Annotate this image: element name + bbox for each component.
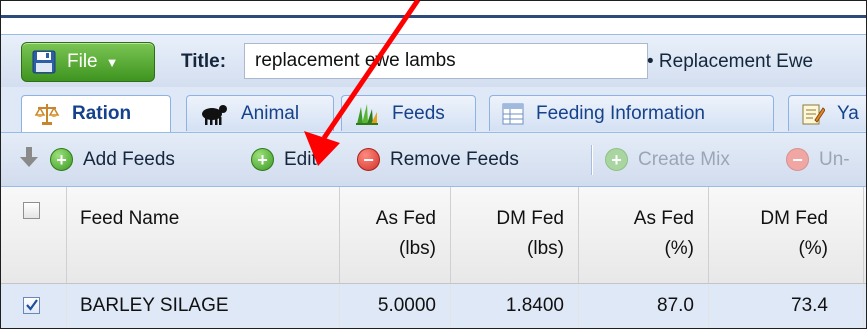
- grid-header: Feed Name As Fed (lbs) DM Fed (lbs) As F…: [1, 187, 866, 284]
- edit-label: Edit: [284, 148, 317, 170]
- notepad-icon: [801, 102, 825, 126]
- table-icon: [502, 103, 524, 125]
- create-mix-icon: +: [605, 148, 628, 171]
- title-input[interactable]: [244, 43, 648, 79]
- feed-name-header[interactable]: Feed Name: [67, 187, 340, 283]
- unmix-label: Un-: [819, 148, 850, 170]
- floppy-disk-icon: [32, 50, 56, 74]
- feeds-grid: Feed Name As Fed (lbs) DM Fed (lbs) As F…: [1, 187, 866, 328]
- create-mix-label: Create Mix: [638, 148, 730, 170]
- edit-icon: +: [251, 148, 274, 171]
- dm-fed-lbs-header-line2: (lbs): [527, 238, 564, 259]
- dm-fed-pct-header-label: DM Fed (%): [760, 204, 828, 264]
- feed-name-cell: BARLEY SILAGE: [67, 284, 340, 328]
- sheep-icon: [199, 101, 229, 127]
- dm-fed-pct-header-line1: DM Fed: [760, 208, 828, 229]
- tab-ration-label: Ration: [72, 103, 132, 124]
- tab-animal[interactable]: Animal: [186, 95, 334, 131]
- tab-feeding-information[interactable]: Feeding Information: [489, 95, 774, 131]
- grass-icon: [354, 101, 380, 127]
- tab-animal-label: Animal: [241, 102, 300, 124]
- remove-icon: −: [357, 148, 380, 171]
- as-fed-pct-header-label: As Fed (%): [634, 204, 694, 264]
- arrow-down-icon: [19, 146, 39, 174]
- as-fed-lbs-cell: 5.0000: [340, 284, 451, 328]
- feed-name-header-label: Feed Name: [80, 208, 180, 229]
- create-mix-button[interactable]: + Create Mix: [605, 133, 730, 186]
- remove-feeds-label: Remove Feeds: [390, 148, 519, 170]
- scale-icon: [34, 101, 60, 127]
- row-select-cell: [1, 284, 67, 328]
- select-all-checkbox[interactable]: [23, 202, 40, 219]
- tab-ration[interactable]: Ration: [21, 95, 171, 132]
- toolbar-separator: [591, 145, 592, 175]
- dm-fed-lbs-header-line1: DM Fed: [496, 208, 564, 229]
- tab-strip: Ration Animal Feeds Feeding Information …: [1, 87, 866, 133]
- edit-button[interactable]: + Edit: [251, 133, 317, 186]
- select-all-header: [1, 187, 67, 283]
- dm-fed-lbs-cell: 1.8400: [451, 284, 579, 328]
- add-icon: +: [50, 148, 73, 171]
- as-fed-pct-header[interactable]: As Fed (%): [579, 187, 709, 283]
- tab-feeds[interactable]: Feeds: [341, 95, 476, 131]
- add-feeds-label: Add Feeds: [83, 148, 175, 170]
- table-row[interactable]: BARLEY SILAGE 5.0000 1.8400 87.0 73.4: [1, 284, 866, 328]
- as-fed-pct-header-line1: As Fed: [633, 208, 694, 229]
- row-checkbox[interactable]: [23, 297, 40, 314]
- as-fed-lbs-header[interactable]: As Fed (lbs): [340, 187, 451, 283]
- as-fed-lbs-header-line2: (lbs): [399, 238, 436, 259]
- remove-feeds-button[interactable]: − Remove Feeds: [357, 133, 519, 186]
- tab-yardage-label: Ya: [837, 102, 859, 124]
- file-button-label: File: [67, 51, 98, 72]
- as-fed-lbs-header-line1: As Fed: [375, 208, 436, 229]
- as-fed-pct-header-line2: (%): [664, 238, 694, 259]
- tab-feeding-information-label: Feeding Information: [536, 102, 705, 124]
- toolbar: + Add Feeds + Edit − Remove Feeds + Crea…: [1, 133, 866, 187]
- dropdown-arrow-icon: ▼: [105, 54, 119, 70]
- file-menu-button[interactable]: File ▼: [21, 42, 155, 82]
- tab-feeds-label: Feeds: [392, 102, 445, 124]
- dm-fed-pct-cell: 73.4: [709, 284, 864, 328]
- top-border-line: [1, 15, 866, 18]
- title-label: Title:: [181, 51, 227, 72]
- unmix-button[interactable]: − Un-: [786, 133, 850, 186]
- title-bar: File ▼ Title: • Replacement Ewe: [1, 34, 866, 87]
- title-description: • Replacement Ewe: [647, 51, 814, 72]
- move-down-button[interactable]: [19, 133, 39, 186]
- as-fed-lbs-header-label: As Fed (lbs): [376, 204, 436, 264]
- dm-fed-pct-header[interactable]: DM Fed (%): [709, 187, 864, 283]
- dm-fed-pct-header-line2: (%): [798, 238, 828, 259]
- dm-fed-lbs-header-label: DM Fed (lbs): [496, 204, 564, 264]
- tab-yardage[interactable]: Ya: [788, 95, 866, 131]
- unmix-icon: −: [786, 148, 809, 171]
- app-window: File ▼ Title: • Replacement Ewe Ration: [0, 0, 867, 329]
- add-feeds-button[interactable]: + Add Feeds: [50, 133, 175, 186]
- dm-fed-lbs-header[interactable]: DM Fed (lbs): [451, 187, 579, 283]
- as-fed-pct-cell: 87.0: [579, 284, 709, 328]
- top-bar: [1, 1, 866, 34]
